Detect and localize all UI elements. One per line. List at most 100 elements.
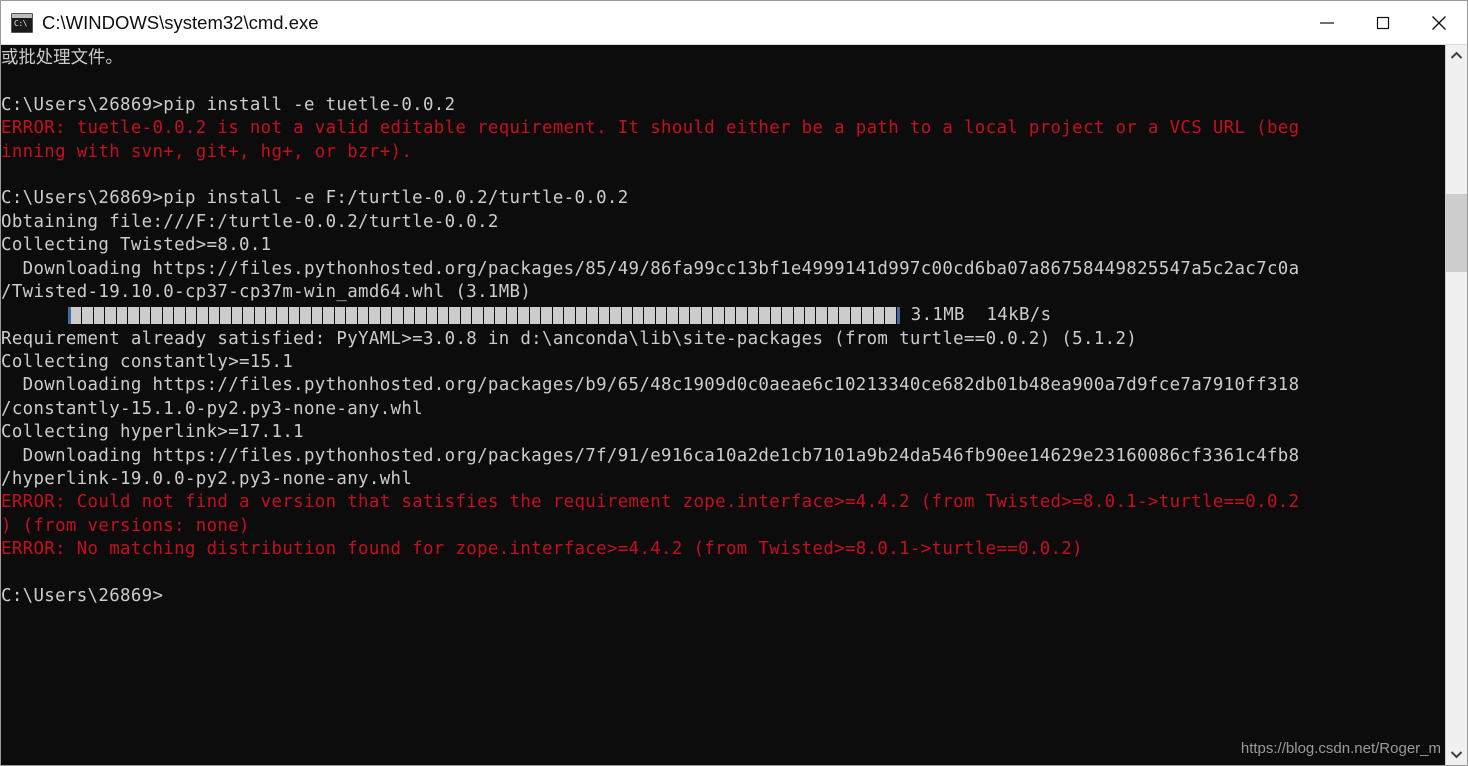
window-titlebar[interactable]: C:\ C:\WINDOWS\system32\cmd.exe	[1, 1, 1467, 45]
console-line-error: inning with svn+, git+, hg+, or bzr+).	[1, 141, 413, 162]
progress-cell	[71, 307, 83, 325]
progress-cell	[873, 307, 886, 325]
progress-cell	[805, 307, 817, 325]
titlebar-left: C:\ C:\WINDOWS\system32\cmd.exe	[1, 12, 1299, 34]
progress-label: 3.1MB 14kB/s	[910, 305, 1052, 326]
progress-cell	[460, 307, 473, 325]
console-line-error: ERROR: No matching distribution found fo…	[1, 539, 1084, 560]
progress-cell	[449, 307, 461, 325]
progress-cell	[506, 307, 519, 325]
progress-cell	[197, 307, 209, 325]
progress-cell	[300, 307, 312, 325]
progress-cell	[632, 307, 645, 325]
progress-cell	[311, 307, 324, 325]
progress-cell	[598, 307, 611, 325]
progress-cell	[174, 307, 186, 325]
progress-cell	[346, 307, 358, 325]
progress-cell	[288, 307, 301, 325]
progress-cell	[839, 307, 851, 325]
progress-cell	[403, 307, 416, 325]
progress-cell	[587, 307, 599, 325]
progress-cell	[678, 307, 691, 325]
progress-fill	[71, 307, 897, 325]
progress-cell	[770, 307, 783, 325]
download-progress-bar: 3.1MB 14kB/s	[1, 304, 1445, 327]
progress-cell	[116, 307, 129, 325]
console-line-error: ERROR: tuetle-0.0.2 is not a valid edita…	[1, 118, 1300, 139]
progress-cell	[277, 307, 289, 325]
console-line: Collecting Twisted>=8.0.1	[1, 235, 272, 256]
progress-cell	[208, 307, 221, 325]
minimize-button[interactable]	[1299, 1, 1355, 44]
console-line: Collecting hyperlink>=17.1.1	[1, 422, 304, 443]
progress-cell	[323, 307, 335, 325]
console-line: C:\Users\26869>	[1, 585, 164, 606]
progress-cell	[243, 307, 255, 325]
progress-cell	[265, 307, 278, 325]
scroll-down-arrow-icon[interactable]	[1446, 744, 1467, 765]
progress-cell	[438, 307, 450, 325]
progress-cell	[185, 307, 198, 325]
progress-cell	[782, 307, 794, 325]
progress-cell	[415, 307, 427, 325]
window-title: C:\WINDOWS\system32\cmd.exe	[42, 11, 319, 33]
progress-cell	[128, 307, 140, 325]
progress-cell	[357, 307, 370, 325]
console-line: C:\Users\26869>pip install -e F:/turtle-…	[1, 188, 629, 209]
console-area: 或批处理文件。 C:\Users\26869>pip install -e tu…	[1, 45, 1467, 765]
progress-cell	[736, 307, 748, 325]
progress-cell	[93, 307, 106, 325]
progress-cell	[667, 307, 679, 325]
progress-cell	[621, 307, 633, 325]
progress-cell	[690, 307, 702, 325]
progress-cell	[380, 307, 393, 325]
progress-cell	[426, 307, 438, 325]
progress-cell	[552, 307, 565, 325]
console-lines: 或批处理文件。 C:\Users\26869>pip install -e tu…	[1, 45, 1445, 608]
console-line: Requirement already satisfied: PyYAML>=3…	[1, 328, 1138, 349]
cmd-icon: C:\	[11, 12, 33, 33]
console-line: Downloading https://files.pythonhosted.o…	[1, 445, 1300, 466]
maximize-button[interactable]	[1355, 1, 1411, 44]
progress-cell	[724, 307, 737, 325]
progress-cell	[151, 307, 163, 325]
progress-cell	[713, 307, 725, 325]
console-scrollbar[interactable]	[1445, 45, 1467, 765]
progress-cell	[139, 307, 152, 325]
window-controls	[1299, 1, 1467, 44]
progress-cell	[105, 307, 117, 325]
progress-cell	[518, 307, 530, 325]
console-line: Obtaining file:///F:/turtle-0.0.2/turtle…	[1, 211, 499, 232]
progress-cell	[644, 307, 656, 325]
console-line: Collecting constantly>=15.1	[1, 352, 294, 373]
cmd-window: C:\ C:\WINDOWS\system32\cmd.exe 或批处理文件。 …	[0, 0, 1468, 766]
cmd-icon-prompt: C:\	[14, 18, 27, 28]
scroll-up-arrow-icon[interactable]	[1446, 45, 1467, 66]
progress-cell	[162, 307, 175, 325]
scrollbar-track[interactable]	[1446, 66, 1467, 744]
console-line: 或批处理文件。	[1, 48, 123, 68]
close-button[interactable]	[1411, 1, 1467, 44]
console-line-error: ERROR: Could not find a version that sat…	[1, 492, 1300, 513]
progress-cell	[231, 307, 244, 325]
progress-cell	[793, 307, 805, 325]
progress-cell	[759, 307, 771, 325]
progress-cell	[220, 307, 232, 325]
scrollbar-thumb[interactable]	[1446, 194, 1467, 272]
console-output[interactable]: 或批处理文件。 C:\Users\26869>pip install -e tu…	[1, 45, 1445, 765]
progress-cell	[701, 307, 714, 325]
console-line: /Twisted-19.10.0-cp37-cp37m-win_amd64.wh…	[1, 281, 532, 302]
progress-cell	[541, 307, 553, 325]
progress-cell	[564, 307, 576, 325]
progress-cell	[862, 307, 874, 325]
progress-cell	[529, 307, 542, 325]
progress-cell	[610, 307, 622, 325]
console-line: Downloading https://files.pythonhosted.o…	[1, 258, 1300, 279]
progress-cell	[334, 307, 347, 325]
progress-cell	[472, 307, 484, 325]
progress-cell	[495, 307, 507, 325]
console-line-error: ) (from versions: none)	[1, 515, 250, 536]
